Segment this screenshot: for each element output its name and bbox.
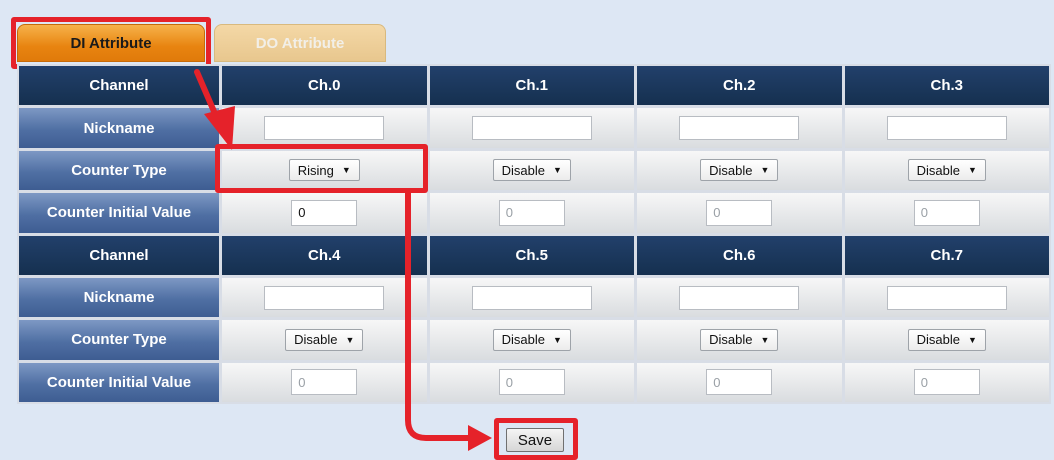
row-label-nickname: Nickname — [19, 277, 219, 318]
caret-down-icon: ▼ — [967, 165, 977, 176]
di-attribute-table: Channel Ch.0 Ch.1 Ch.2 Ch.3 Nickname Cou… — [17, 64, 1051, 404]
nickname-input-ch1[interactable] — [471, 116, 592, 141]
caret-down-icon: ▼ — [552, 334, 562, 345]
row-label-nickname: Nickname — [19, 108, 219, 148]
counter-type-select-ch1[interactable]: Disable ▼ — [492, 159, 571, 182]
channel-header-7: Ch.7 — [844, 235, 1049, 275]
initial-value-input-ch6[interactable]: 0 — [706, 369, 773, 396]
row-label-channel: Channel — [19, 235, 219, 275]
nickname-input-ch5[interactable] — [471, 285, 592, 310]
highlight-box-save — [494, 418, 578, 460]
caret-down-icon: ▼ — [552, 165, 562, 176]
nickname-input-ch3[interactable] — [886, 116, 1007, 141]
counter-type-select-ch4[interactable]: Disable ▼ — [285, 328, 364, 351]
row-label-counter-type: Counter Type — [19, 320, 219, 360]
caret-down-icon: ▼ — [760, 165, 770, 176]
select-value: Disable — [501, 162, 545, 178]
initial-value-input-ch0[interactable]: 0 — [291, 199, 358, 226]
channel-header-5: Ch.5 — [429, 235, 634, 275]
initial-value-input-ch5[interactable]: 0 — [498, 369, 565, 396]
channel-header-0: Ch.0 — [222, 66, 427, 106]
highlight-box-tab — [11, 17, 211, 69]
row-label-channel: Channel — [19, 66, 219, 106]
counter-type-select-ch3[interactable]: Disable ▼ — [907, 159, 986, 182]
channel-header-4: Ch.4 — [222, 235, 427, 275]
counter-type-select-ch6[interactable]: Disable ▼ — [700, 328, 779, 351]
nickname-input-ch7[interactable] — [886, 285, 1007, 310]
channel-header-6: Ch.6 — [637, 235, 842, 275]
highlight-box-counter-type — [215, 144, 428, 193]
channel-header-2: Ch.2 — [637, 66, 842, 106]
select-value: Disable — [501, 332, 545, 348]
initial-value-input-ch2[interactable]: 0 — [706, 199, 773, 226]
caret-down-icon: ▼ — [967, 334, 977, 345]
channel-header-3: Ch.3 — [844, 66, 1049, 106]
tab-do-attribute[interactable]: DO Attribute — [214, 24, 386, 62]
initial-value-input-ch7[interactable]: 0 — [913, 369, 980, 396]
arrow-head-save — [468, 425, 492, 451]
caret-down-icon: ▼ — [345, 334, 355, 345]
caret-down-icon: ▼ — [760, 334, 770, 345]
counter-type-select-ch2[interactable]: Disable ▼ — [700, 159, 779, 182]
select-value: Disable — [916, 162, 960, 178]
nickname-input-ch4[interactable] — [264, 285, 385, 310]
nickname-input-ch0[interactable] — [264, 116, 385, 141]
initial-value-input-ch1[interactable]: 0 — [498, 199, 565, 226]
channel-header-1: Ch.1 — [429, 66, 634, 106]
counter-type-select-ch5[interactable]: Disable ▼ — [492, 328, 571, 351]
nickname-input-ch2[interactable] — [679, 116, 800, 141]
row-label-counter-initial-value: Counter Initial Value — [19, 362, 219, 402]
initial-value-input-ch4[interactable]: 0 — [291, 369, 358, 396]
initial-value-input-ch3[interactable]: 0 — [913, 199, 980, 226]
row-label-counter-type: Counter Type — [19, 150, 219, 191]
select-value: Disable — [709, 162, 753, 178]
row-label-counter-initial-value: Counter Initial Value — [19, 193, 219, 233]
select-value: Disable — [294, 332, 338, 348]
nickname-input-ch6[interactable] — [679, 285, 800, 310]
counter-type-select-ch7[interactable]: Disable ▼ — [907, 328, 986, 351]
select-value: Disable — [916, 332, 960, 348]
select-value: Disable — [709, 332, 753, 348]
